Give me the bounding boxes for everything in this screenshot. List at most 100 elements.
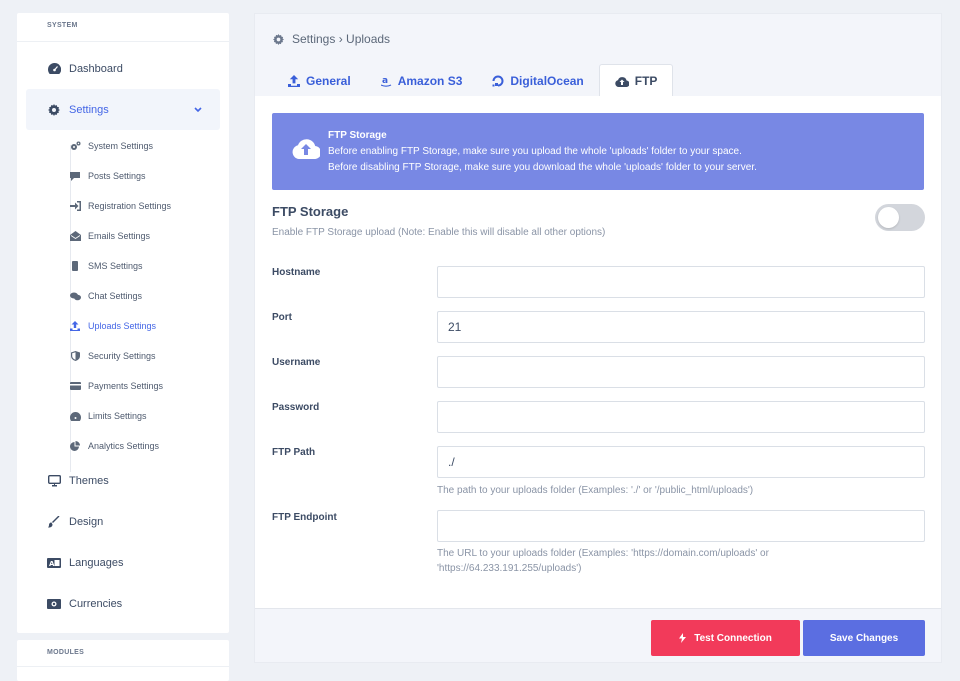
ftp-path-input[interactable]: [437, 446, 925, 478]
gear-icon: [47, 103, 61, 117]
sidebar-subitem-payments-settings[interactable]: Payments Settings: [69, 376, 163, 396]
sidebar-item-dashboard[interactable]: Dashboard: [26, 48, 220, 89]
main-panel: Settings › Uploads General a Amazon S3 D…: [254, 13, 942, 663]
tab-general[interactable]: General: [273, 64, 366, 97]
sidebar-item-label: Design: [69, 515, 104, 528]
sidebar-subitem-security-settings[interactable]: Security Settings: [69, 346, 156, 366]
sidebar-item-currencies[interactable]: Currencies: [26, 583, 220, 624]
chevron-down-icon: [194, 104, 202, 116]
mobile-icon: [69, 260, 81, 272]
cogs-icon: [69, 140, 81, 152]
sidebar-item-design[interactable]: Design: [26, 501, 220, 542]
language-icon: A: [47, 556, 61, 570]
sidebar-subitem-chat-settings[interactable]: Chat Settings: [69, 286, 142, 306]
sub-item-label: SMS Settings: [88, 261, 143, 271]
credit-card-icon: [69, 380, 81, 392]
sidebar-subitem-posts-settings[interactable]: Posts Settings: [69, 166, 146, 186]
sidebar-subitem-limits-settings[interactable]: Limits Settings: [69, 406, 147, 426]
sub-item-label: Chat Settings: [88, 291, 143, 301]
sidebar-subitem-sms-settings[interactable]: SMS Settings: [69, 256, 143, 276]
gauge-icon: [47, 62, 61, 76]
envelope-open-icon: [69, 230, 81, 242]
pie-chart-icon: [69, 440, 81, 452]
sidebar-subitem-analytics-settings[interactable]: Analytics Settings: [69, 436, 159, 456]
cloud-upload-icon: [292, 137, 322, 164]
sub-item-label: Emails Settings: [88, 231, 151, 241]
tabs: General a Amazon S3 DigitalOcean FTP: [273, 64, 674, 97]
comment-icon: [69, 170, 81, 182]
breadcrumb: Settings › Uploads: [273, 32, 390, 46]
password-input[interactable]: [437, 401, 925, 433]
ftp-endpoint-help: The URL to your uploads folder (Examples…: [437, 548, 769, 574]
ftp-storage-title: FTP Storage: [272, 204, 349, 219]
hostname-input[interactable]: [437, 266, 925, 298]
tab-content: FTP Storage Before enabling FTP Storage,…: [255, 96, 941, 608]
breadcrumb-text: Settings › Uploads: [292, 32, 391, 46]
cloud-upload-icon: [615, 76, 629, 87]
ftp-endpoint-input[interactable]: [437, 510, 925, 542]
modules-divider: [17, 666, 229, 667]
shield-icon: [69, 350, 81, 362]
sub-item-label: Registration Settings: [88, 201, 172, 211]
sub-item-label: Payments Settings: [88, 381, 164, 391]
bolt-icon: [679, 633, 687, 643]
sub-item-label: Security Settings: [88, 351, 156, 361]
upload-icon: [288, 74, 300, 87]
ftp-storage-description: Enable FTP Storage upload (Note: Enable …: [272, 227, 606, 238]
port-input[interactable]: [437, 311, 925, 343]
form-footer: Test Connection Save Changes: [255, 608, 941, 662]
upload-icon: [69, 320, 81, 332]
monitor-icon: [47, 474, 61, 488]
sidebar-item-label: Languages: [69, 556, 124, 569]
modules-section: MODULES: [17, 640, 229, 681]
username-input[interactable]: [437, 356, 925, 388]
modules-caption: MODULES: [47, 649, 85, 656]
sub-item-label: Analytics Settings: [88, 441, 160, 451]
save-changes-label: Save Changes: [829, 632, 899, 644]
sidebar-item-label: Themes: [69, 474, 109, 487]
toggle-knob: [878, 207, 899, 228]
sidebar-subitem-system-settings[interactable]: System Settings: [69, 136, 153, 156]
alert-title: FTP Storage: [328, 130, 387, 141]
ftp-endpoint-label: FTP Endpoint: [272, 512, 337, 523]
alert-text: FTP Storage Before enabling FTP Storage,…: [328, 128, 757, 176]
sidebar-divider: [17, 41, 229, 42]
brush-icon: [47, 515, 61, 529]
ftp-path-label: FTP Path: [272, 447, 316, 458]
sidebar-item-themes[interactable]: Themes: [26, 460, 220, 501]
sidebar-caption: SYSTEM: [47, 22, 78, 29]
sub-item-label: Uploads Settings: [88, 321, 157, 331]
comments-icon: [69, 290, 81, 302]
info-alert: FTP Storage Before enabling FTP Storage,…: [272, 113, 924, 190]
test-connection-button[interactable]: Test Connection: [651, 620, 800, 656]
svg-text:a: a: [382, 76, 388, 86]
username-label: Username: [272, 357, 321, 368]
money-icon: [47, 597, 61, 611]
sidebar-subitem-registration-settings[interactable]: Registration Settings: [69, 196, 171, 216]
tab-label: DigitalOcean: [510, 73, 584, 88]
gauge-icon: [69, 410, 81, 422]
tab-label: General: [306, 73, 351, 88]
sidebar-item-languages[interactable]: A Languages: [26, 542, 220, 583]
tab-amazon-s3[interactable]: a Amazon S3: [366, 64, 478, 97]
sidebar-subitem-uploads-settings[interactable]: Uploads Settings: [69, 316, 156, 336]
amazon-icon: a: [380, 75, 392, 87]
gear-icon: [273, 33, 284, 45]
alert-line-1: Before enabling FTP Storage, make sure y…: [328, 146, 742, 157]
sub-item-label: Limits Settings: [88, 411, 147, 421]
ftp-storage-toggle[interactable]: [875, 204, 925, 231]
sidebar-subitem-emails-settings[interactable]: Emails Settings: [69, 226, 150, 246]
tab-ftp[interactable]: FTP: [598, 64, 674, 97]
sidebar-item-label: Settings: [69, 103, 109, 116]
sidebar: SYSTEM Dashboard Settings System Setting…: [17, 13, 229, 633]
save-changes-button[interactable]: Save Changes: [803, 620, 925, 656]
svg-text:A: A: [49, 560, 55, 568]
sub-item-label: Posts Settings: [88, 171, 146, 181]
port-label: Port: [272, 312, 292, 323]
sidebar-item-label: Dashboard: [69, 62, 123, 75]
password-label: Password: [272, 402, 320, 413]
sidebar-item-settings[interactable]: Settings: [26, 89, 220, 130]
alert-line-2: Before disabling FTP Storage, make sure …: [328, 162, 757, 173]
test-connection-label: Test Connection: [694, 632, 772, 644]
tab-digitalocean[interactable]: DigitalOcean: [477, 64, 598, 97]
